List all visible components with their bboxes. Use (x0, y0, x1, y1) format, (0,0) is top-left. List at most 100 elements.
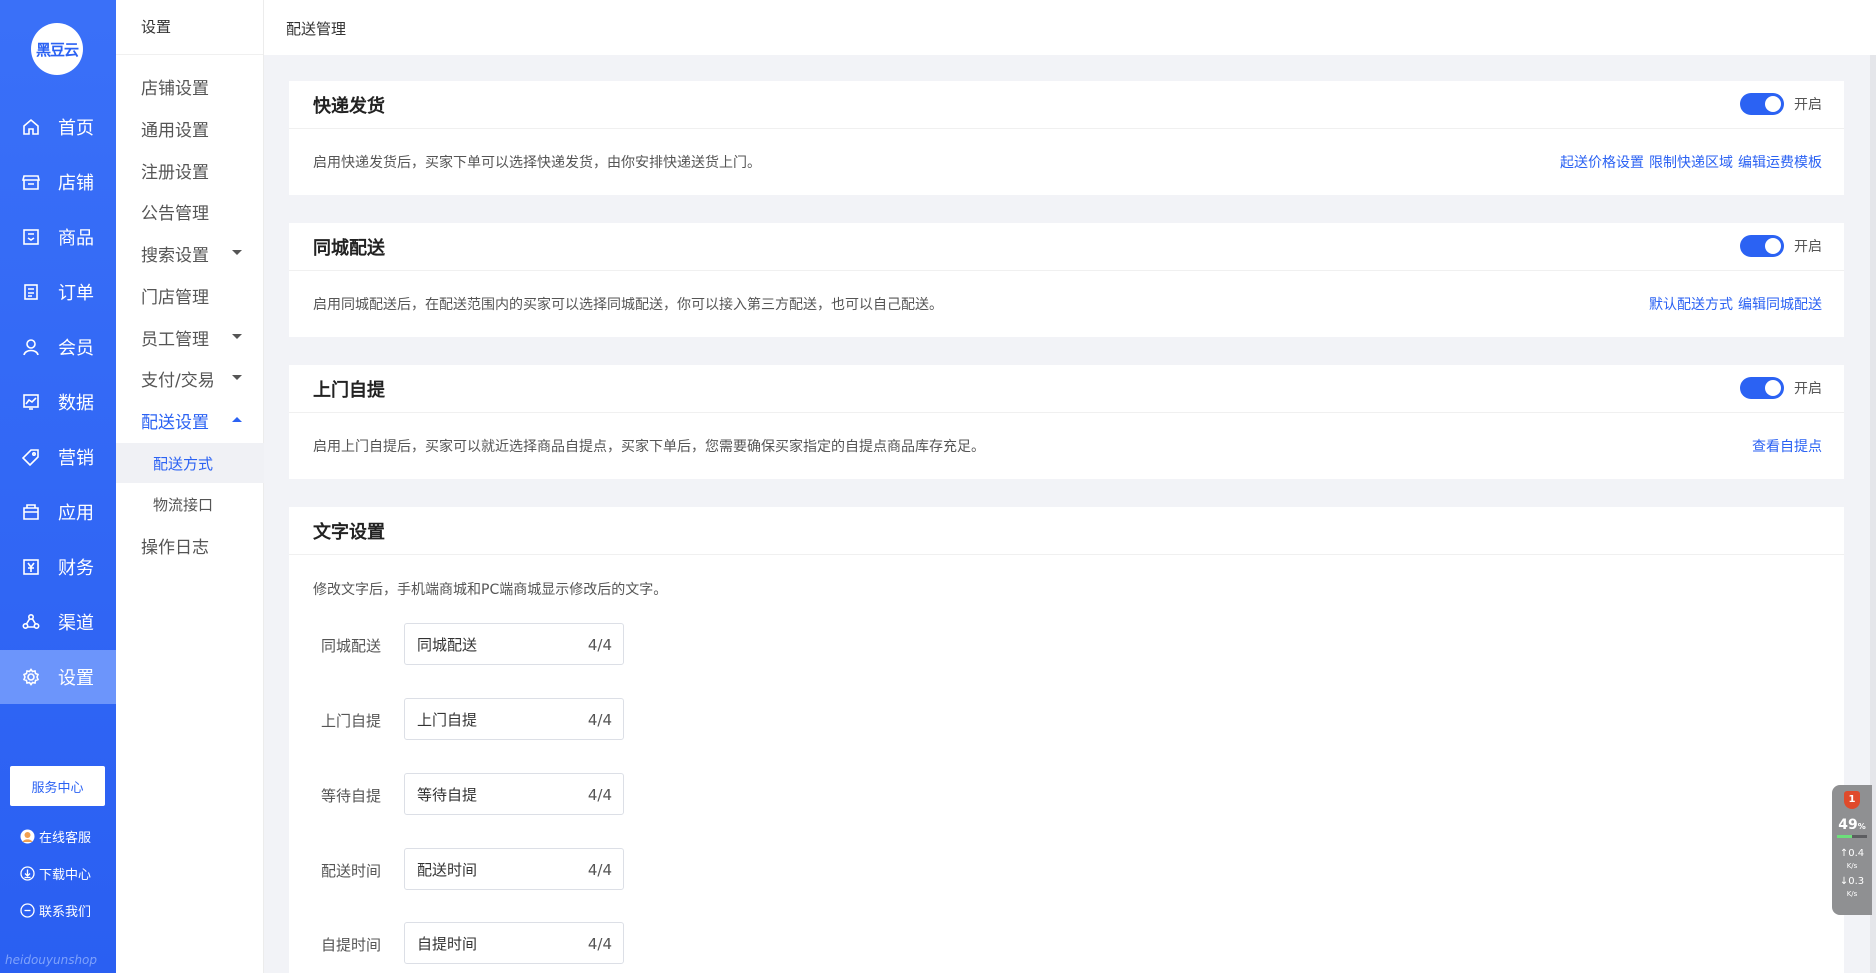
card-body: 启用同城配送后，在配送范围内的买家可以选择同城配送，你可以接入第三方配送，也可以… (289, 271, 1844, 337)
nav-item-member[interactable]: 会员 (0, 320, 116, 374)
switch-group: 开启 (1740, 93, 1822, 115)
download-center-label: 下载中心 (39, 868, 92, 883)
local-delivery-text-input[interactable]: 同城配送 4/4 (404, 623, 624, 665)
field-label: 配送时间 (321, 862, 382, 880)
cpu-percent: 49% (1832, 817, 1872, 833)
contact-us-link[interactable]: 联系我们 (20, 901, 91, 920)
card-header: 快递发货 开启 (289, 81, 1844, 129)
channel-icon (22, 613, 40, 631)
field-label: 同城配送 (321, 637, 382, 655)
express-delivery-card: 快递发货 开启 启用快递发货后，买家下单可以选择快递发货，由你安排快递送货上门。… (289, 81, 1844, 195)
subnav-title: 设置 (116, 0, 263, 55)
usage-bar-fill (1837, 835, 1852, 838)
subnav-item-logistics-api[interactable]: 物流接口 (116, 485, 264, 523)
nav-item-finance[interactable]: 财务 (0, 540, 116, 594)
self-pickup-toggle[interactable] (1740, 377, 1784, 399)
toggle-knob (1765, 380, 1781, 396)
nav-item-goods[interactable]: 商品 (0, 210, 116, 264)
input-value: 上门自提 (417, 710, 478, 729)
card-title: 上门自提 (313, 379, 385, 401)
nav-item-label: 渠道 (58, 613, 94, 634)
subnav-item-delivery-settings[interactable]: 配送设置 (116, 401, 264, 439)
field-label: 自提时间 (321, 936, 382, 954)
card-links: 起送价格设置 限制快递区域 编辑运费模板 (1555, 129, 1822, 195)
edit-freight-template-link[interactable]: 编辑运费模板 (1738, 152, 1822, 172)
member-icon (22, 338, 40, 356)
char-count: 4/4 (587, 711, 612, 729)
chevron-down-icon (232, 250, 242, 255)
card-body: 启用快递发货后，买家下单可以选择快递发货，由你安排快递送货上门。 起送价格设置 … (289, 129, 1844, 195)
contact-us-label: 联系我们 (39, 905, 92, 920)
pickup-time-text-input[interactable]: 自提时间 4/4 (404, 922, 624, 964)
subnav-item-label: 员工管理 (141, 329, 209, 350)
local-delivery-toggle[interactable] (1740, 235, 1784, 257)
subnav-item-label: 配送方式 (153, 454, 214, 473)
self-pickup-text-input[interactable]: 上门自提 4/4 (404, 698, 624, 740)
min-price-settings-link[interactable]: 起送价格设置 (1560, 152, 1644, 172)
field-label: 上门自提 (321, 712, 382, 730)
nav-item-label: 会员 (58, 338, 94, 359)
express-toggle[interactable] (1740, 93, 1784, 115)
subnav-item-label: 配送设置 (141, 412, 209, 433)
online-service-link[interactable]: 在线客服 (20, 827, 91, 846)
nav-item-home[interactable]: 首页 (0, 100, 116, 154)
card-title: 快递发货 (313, 95, 385, 117)
chevron-up-icon (232, 417, 242, 422)
input-value: 配送时间 (417, 860, 478, 879)
nav-item-order[interactable]: 订单 (0, 265, 116, 319)
subnav-item-announcements[interactable]: 公告管理 (116, 192, 264, 230)
subnav-item-search-settings[interactable]: 搜索设置 (116, 234, 264, 272)
char-count: 4/4 (587, 861, 612, 879)
subnav-item-register-settings[interactable]: 注册设置 (116, 151, 264, 189)
subnav-item-store-management[interactable]: 门店管理 (116, 276, 264, 314)
nav-item-settings[interactable]: 设置 (0, 650, 116, 704)
nav-item-store[interactable]: 店铺 (0, 155, 116, 209)
avatar-icon (20, 829, 35, 844)
download-center-link[interactable]: 下载中心 (20, 864, 91, 883)
text-field-row: 配送时间 配送时间 4/4 (289, 848, 989, 890)
subnav-item-delivery-methods[interactable]: 配送方式 (116, 443, 264, 483)
default-delivery-method-link[interactable]: 默认配送方式 (1649, 294, 1733, 314)
breadcrumb: 配送管理 (286, 20, 347, 38)
nav-item-marketing[interactable]: 营销 (0, 430, 116, 484)
nav-item-label: 订单 (58, 283, 94, 304)
upload-unit: K/s (1846, 862, 1858, 870)
chat-icon (20, 903, 35, 918)
view-pickup-points-link[interactable]: 查看自提点 (1752, 436, 1822, 456)
text-field-row: 等待自提 等待自提 4/4 (289, 773, 989, 815)
restrict-express-area-link[interactable]: 限制快递区域 (1649, 152, 1733, 172)
edit-local-delivery-link[interactable]: 编辑同城配送 (1738, 294, 1822, 314)
service-center-button[interactable]: 服务中心 (10, 766, 105, 806)
text-field-row: 同城配送 同城配送 4/4 (289, 623, 989, 665)
subnav-item-payment[interactable]: 支付/交易 (116, 359, 264, 397)
char-count: 4/4 (587, 786, 612, 804)
subnav-item-general-settings[interactable]: 通用设置 (116, 109, 264, 147)
chart-icon (22, 393, 40, 411)
nav-item-label: 商品 (58, 228, 94, 249)
nav-item-data[interactable]: 数据 (0, 375, 116, 429)
nav-item-label: 数据 (58, 393, 94, 414)
finance-icon (22, 558, 40, 576)
gear-icon (22, 668, 40, 686)
awaiting-pickup-text-input[interactable]: 等待自提 4/4 (404, 773, 624, 815)
subnav-item-label: 门店管理 (141, 287, 209, 308)
nav-item-label: 首页 (58, 118, 94, 139)
app-icon (22, 503, 40, 521)
delivery-time-text-input[interactable]: 配送时间 4/4 (404, 848, 624, 890)
upload-speed: ↑0.4 K/s (1839, 848, 1865, 870)
home-icon (22, 118, 40, 136)
subnav-item-store-settings[interactable]: 店铺设置 (116, 67, 264, 105)
text-settings-description: 修改文字后，手机端商城和PC端商城显示修改后的文字。 (313, 582, 668, 598)
subnav-item-operation-log[interactable]: 操作日志 (116, 526, 264, 564)
brand-logo[interactable]: 黑豆云 (31, 23, 83, 75)
goods-icon (22, 228, 40, 246)
download-icon (20, 866, 35, 881)
system-monitor-widget[interactable]: 1 49% ↑0.4 K/s ↓0.3 K/s (1832, 785, 1872, 915)
cpu-percent-unit: % (1857, 822, 1866, 831)
nav-item-channel[interactable]: 渠道 (0, 595, 116, 649)
subnav-item-staff-management[interactable]: 员工管理 (116, 318, 264, 356)
settings-subnav: 设置 店铺设置 通用设置 注册设置 公告管理 搜索设置 门店管理 员工管理 支付… (116, 0, 264, 973)
subnav-item-label: 支付/交易 (141, 370, 215, 391)
nav-item-label: 店铺 (58, 173, 94, 194)
nav-item-apps[interactable]: 应用 (0, 485, 116, 539)
